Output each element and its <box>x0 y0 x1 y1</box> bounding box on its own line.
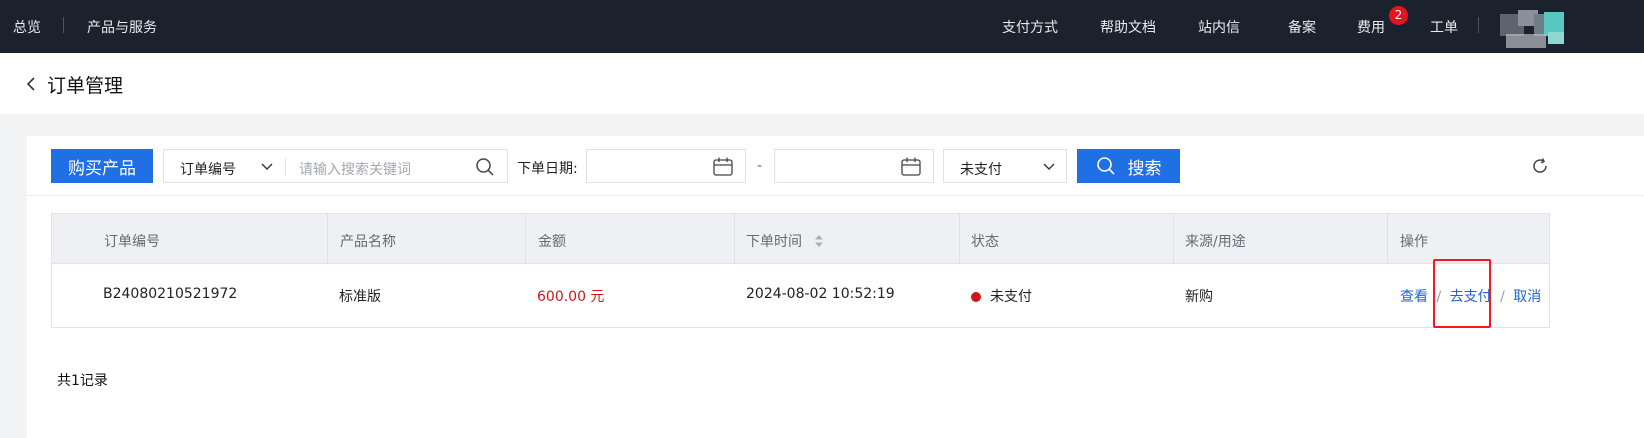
cell-source: 新购 <box>1185 289 1213 305</box>
header-product: 产品名称 <box>340 234 396 250</box>
status-dot-icon <box>971 292 981 302</box>
cell-status: 未支付 <box>971 286 1032 306</box>
search-icon[interactable] <box>475 157 495 177</box>
date-separator: - <box>757 158 763 174</box>
cell-order-time: 2024-08-02 10:52:19 <box>746 286 895 302</box>
search-button[interactable]: 搜索 <box>1077 149 1180 183</box>
status-text: 未支付 <box>990 289 1032 305</box>
status-select-value: 未支付 <box>960 162 1002 178</box>
user-avatar[interactable] <box>1498 10 1564 48</box>
nav-filing[interactable]: 备案 <box>1288 17 1316 37</box>
status-select[interactable]: 未支付 <box>943 149 1067 183</box>
action-separator: / <box>1500 289 1505 305</box>
nav-help-docs[interactable]: 帮助文档 <box>1100 17 1156 37</box>
cell-product: 标准版 <box>339 289 381 305</box>
column-divider <box>959 214 960 264</box>
header-source: 来源/用途 <box>1185 234 1246 250</box>
nav-payment-methods[interactable]: 支付方式 <box>1002 17 1058 37</box>
top-navbar: 总览 产品与服务 支付方式 帮助文档 站内信 备案 费用 2 工单 <box>0 0 1644 53</box>
nav-fees[interactable]: 费用 <box>1357 17 1385 37</box>
page-header <box>0 53 1644 114</box>
sort-icon[interactable] <box>814 234 824 248</box>
column-divider <box>327 214 328 264</box>
search-button-label: 搜索 <box>1127 158 1162 179</box>
refresh-icon[interactable] <box>1530 156 1550 176</box>
total-records: 共1记录 <box>57 373 108 389</box>
order-date-label: 下单日期: <box>517 161 578 177</box>
header-actions: 操作 <box>1400 234 1428 250</box>
column-divider <box>1387 214 1388 264</box>
column-divider <box>525 214 526 264</box>
header-amount: 金额 <box>538 234 566 250</box>
filter-select-value[interactable]: 订单编号 <box>180 159 236 179</box>
orders-table: 订单编号 产品名称 金额 下单时间 状态 来源/用途 操作 B240802105… <box>51 213 1550 328</box>
search-icon <box>1096 157 1115 175</box>
view-link[interactable]: 查看 <box>1400 289 1428 305</box>
back-arrow-icon[interactable] <box>22 73 40 95</box>
chevron-down-icon[interactable] <box>260 160 274 174</box>
end-date-input[interactable] <box>774 149 934 183</box>
chevron-down-icon[interactable] <box>1042 160 1056 174</box>
header-order-no: 订单编号 <box>104 234 160 250</box>
table-header: 订单编号 产品名称 金额 下单时间 状态 来源/用途 操作 <box>52 214 1549 264</box>
search-group: 订单编号 请输入搜索关键词 <box>163 149 508 183</box>
toolbar-divider <box>27 195 1644 196</box>
highlight-box <box>1433 259 1491 328</box>
column-divider <box>1173 214 1174 264</box>
start-date-input[interactable] <box>586 149 746 183</box>
nav-divider <box>1478 17 1479 33</box>
cell-order-no: B24080210521972 <box>103 286 238 302</box>
buy-product-button[interactable]: 购买产品 <box>51 149 153 183</box>
search-input[interactable]: 请输入搜索关键词 <box>299 159 411 179</box>
fees-badge: 2 <box>1389 6 1408 25</box>
nav-messages[interactable]: 站内信 <box>1198 17 1240 37</box>
field-divider <box>285 158 286 175</box>
nav-tickets[interactable]: 工单 <box>1430 17 1458 37</box>
page-title: 订单管理 <box>47 75 124 97</box>
cancel-link[interactable]: 取消 <box>1513 289 1541 305</box>
calendar-icon[interactable] <box>900 156 922 177</box>
column-divider <box>734 214 735 264</box>
calendar-icon[interactable] <box>712 156 734 177</box>
nav-divider <box>63 17 64 33</box>
nav-overview[interactable]: 总览 <box>13 17 41 37</box>
header-status: 状态 <box>971 234 999 250</box>
header-order-time-label: 下单时间 <box>746 234 802 250</box>
cell-amount: 600.00 元 <box>537 289 605 305</box>
header-order-time[interactable]: 下单时间 <box>746 231 824 251</box>
nav-products-services[interactable]: 产品与服务 <box>87 17 157 37</box>
